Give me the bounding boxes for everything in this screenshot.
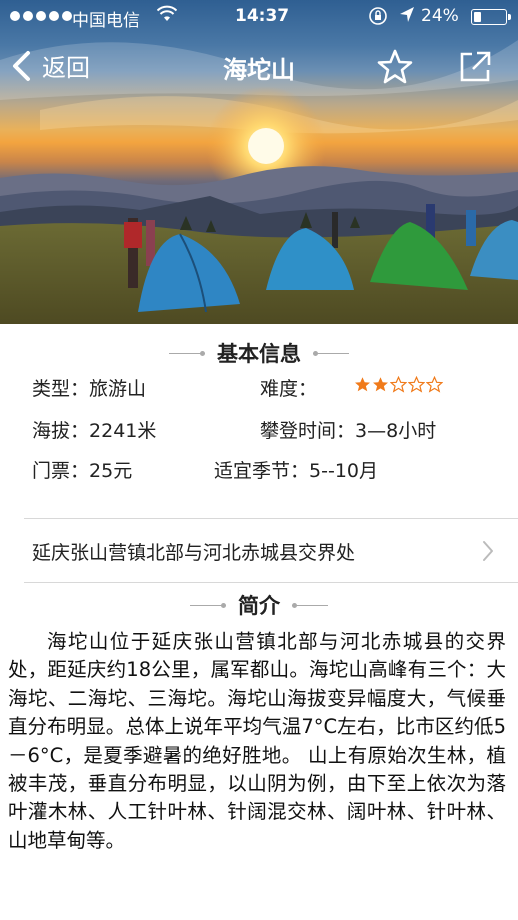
navigation-bar: 返回 海坨山 <box>0 40 518 96</box>
carrier-label: 中国电信 <box>72 11 140 31</box>
favorite-button[interactable] <box>376 48 414 86</box>
rotation-lock-icon <box>368 6 388 31</box>
battery-icon <box>471 9 511 25</box>
share-icon <box>460 51 491 82</box>
basic-info-header: 基本信息 <box>0 338 518 368</box>
star-filled-icon <box>373 377 388 392</box>
share-button[interactable] <box>456 48 494 86</box>
star-empty-icon <box>390 376 407 393</box>
clock: 14:37 <box>235 6 290 26</box>
location-arrow-icon <box>398 5 416 30</box>
type-label: 类型： <box>32 378 90 400</box>
divider <box>24 582 518 583</box>
altitude-row: 海拔：2241米 <box>32 416 156 443</box>
wifi-icon <box>156 5 178 28</box>
chevron-left-icon <box>13 50 30 81</box>
basic-info-title: 基本信息 <box>217 342 301 366</box>
back-label: 返回 <box>42 54 90 82</box>
location-row[interactable]: 延庆张山营镇北部与河北赤城县交界处 <box>24 520 518 582</box>
divider <box>24 518 518 519</box>
star-outline-icon <box>377 49 413 84</box>
star-filled-icon <box>355 377 370 392</box>
season-label: 适宜季节： <box>214 460 310 482</box>
intro-header: 简介 <box>0 590 518 620</box>
star-empty-icon <box>408 376 425 393</box>
location-text: 延庆张山营镇北部与河北赤城县交界处 <box>32 542 356 564</box>
type-row: 类型：旅游山 <box>32 374 146 401</box>
climb-time-row: 攀登时间：3—8小时 <box>260 416 436 443</box>
ticket-label: 门票： <box>32 460 90 482</box>
battery-level <box>474 12 481 22</box>
star-empty-icon <box>426 376 443 393</box>
intro-title: 简介 <box>238 594 280 618</box>
type-value: 旅游山 <box>89 378 147 400</box>
back-button[interactable]: 返回 <box>10 48 90 83</box>
season-row: 适宜季节：5--10月 <box>214 456 378 483</box>
signal-strength-icon <box>10 11 72 21</box>
ticket-row: 门票：25元 <box>32 456 132 483</box>
difficulty-label: 难度： <box>260 378 318 400</box>
status-bar: 中国电信 14:37 24% <box>0 0 518 34</box>
difficulty-stars <box>354 376 443 393</box>
altitude-label: 海拔： <box>32 420 90 442</box>
difficulty-row: 难度： <box>260 374 317 401</box>
chevron-right-icon <box>483 541 493 561</box>
climb-time-label: 攀登时间： <box>260 420 356 442</box>
battery-percentage: 24% <box>421 6 459 26</box>
climb-time-value: 3—8小时 <box>355 420 437 442</box>
intro-text: 海坨山位于延庆张山营镇北部与河北赤城县的交界处，距延庆约18公里，属军都山。海坨… <box>8 630 506 852</box>
season-value: 5--10月 <box>309 460 378 482</box>
altitude-value: 2241米 <box>89 420 157 442</box>
ticket-value: 25元 <box>89 460 133 482</box>
